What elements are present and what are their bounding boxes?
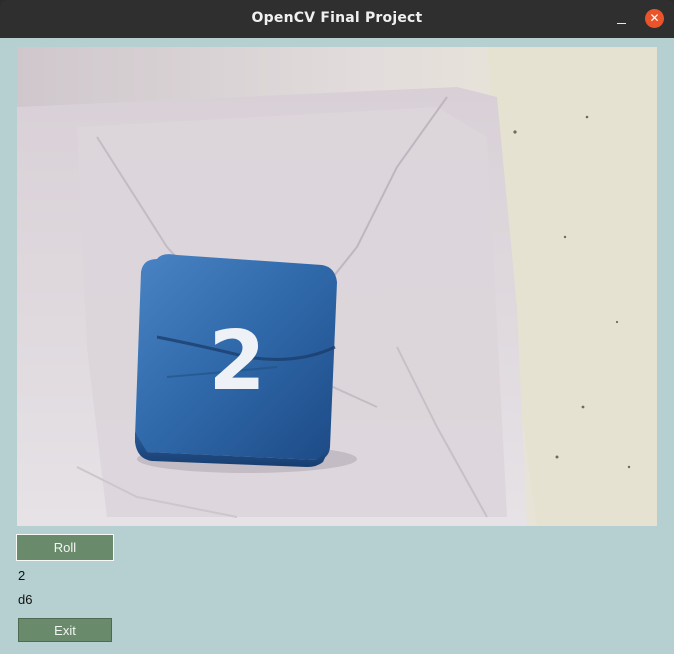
die-number: 2 <box>208 314 265 409</box>
camera-frame-image: 2 <box>17 47 657 526</box>
roll-result-label: 2 <box>18 568 26 583</box>
roll-button[interactable]: Roll <box>16 534 114 561</box>
close-button[interactable]: ✕ <box>645 9 664 28</box>
minimize-icon <box>616 22 626 24</box>
window-client-area: 2 Roll 2 d6 Exit <box>0 38 674 654</box>
exit-button[interactable]: Exit <box>18 618 112 642</box>
camera-feed: 2 <box>17 47 657 526</box>
close-icon: ✕ <box>649 11 660 25</box>
die-type-label: d6 <box>18 592 33 607</box>
minimize-button[interactable] <box>612 10 630 28</box>
title-bar[interactable]: OpenCV Final Project ✕ <box>0 0 674 38</box>
app-window: OpenCV Final Project ✕ 2 Roll 2 d6 Exit <box>0 0 674 654</box>
window-title: OpenCV Final Project <box>251 10 423 26</box>
